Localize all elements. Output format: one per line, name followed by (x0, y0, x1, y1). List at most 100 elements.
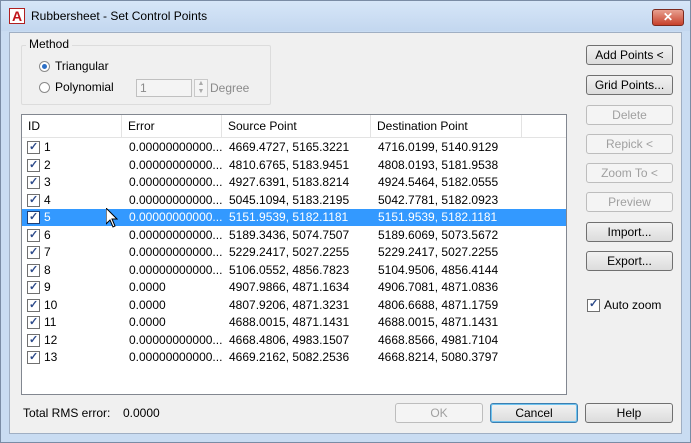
cell-destination-point: 4808.0193, 5181.9538 (378, 157, 499, 172)
table-row[interactable]: 7 0.00000000000... 5229.2417, 5027.2255 522… (22, 244, 566, 261)
dialog-window: A Rubbersheet - Set Control Points ✕ Met… (0, 0, 691, 443)
table-row[interactable]: 12 0.00000000000... 4668.4806, 4983.1507 46… (22, 332, 566, 349)
cell-source-point: 4927.6391, 5183.8214 (229, 175, 350, 189)
cell-destination-point: 5104.9506, 4856.4144 (378, 262, 499, 277)
cell-source-point: 4810.6765, 5183.9451 (229, 157, 350, 172)
cell-destination-point: 4668.8214, 5080.3797 (378, 350, 499, 364)
export-button[interactable]: Export... (586, 251, 673, 271)
cell-error: 0.00000000000... (129, 140, 223, 154)
table-row[interactable]: 1 0.00000000000... 4669.4727, 5165.3221 471… (22, 139, 566, 156)
polynomial-radio[interactable] (39, 81, 50, 93)
grid-points-button[interactable]: Grid Points... (586, 75, 673, 95)
ok-button[interactable]: OK (395, 403, 483, 423)
cell-destination-point: 4906.7081, 4871.0836 (378, 280, 499, 294)
dialog-client-area: Method Triangular Polynomial 1 ▲ ▼ Degre… (9, 32, 682, 434)
control-points-table[interactable]: ID Error Source Point Destination Point … (21, 114, 567, 395)
cell-error: 0.0000 (129, 315, 166, 329)
mouse-pointer-icon (106, 208, 118, 228)
cell-error: 0.0000 (129, 297, 166, 312)
cancel-button[interactable]: Cancel (490, 403, 578, 423)
table-row[interactable]: 8 0.00000000000... 5106.0552, 4856.7823 510… (22, 262, 566, 279)
autocad-logo-icon: A (9, 8, 25, 24)
cell-error: 0.00000000000... (129, 332, 223, 347)
row-checkbox[interactable] (27, 332, 40, 349)
triangular-radio[interactable] (39, 60, 50, 72)
row-checkbox[interactable] (27, 157, 40, 174)
import-button[interactable]: Import... (586, 222, 673, 242)
cell-id: 4 (44, 192, 51, 207)
table-row[interactable]: 2 0.00000000000... 4810.6765, 5183.9451 480… (22, 157, 566, 174)
spin-up-icon[interactable]: ▲ (195, 80, 207, 88)
cell-id: 8 (44, 262, 51, 277)
cell-destination-point: 5151.9539, 5182.1181 (378, 210, 498, 224)
cell-id: 1 (44, 140, 51, 154)
degree-input[interactable]: 1 (136, 79, 192, 97)
cell-destination-point: 4924.5464, 5182.0555 (378, 175, 499, 189)
table-row[interactable]: 9 0.0000 4907.9866, 4871.1634 4906.7081, 48… (22, 279, 566, 296)
cell-destination-point: 4688.0015, 4871.1431 (378, 315, 499, 329)
column-header-destination[interactable]: Destination Point (371, 115, 522, 137)
column-header-error[interactable]: Error (122, 115, 222, 137)
cell-id: 3 (44, 175, 51, 189)
table-row[interactable]: 6 0.00000000000... 5189.3436, 5074.7507 518… (22, 227, 566, 244)
row-checkbox[interactable] (27, 297, 40, 314)
table-row[interactable]: 4 0.00000000000... 5045.1094, 5183.2195 504… (22, 192, 566, 209)
cell-source-point: 4669.2162, 5082.2536 (229, 350, 350, 364)
cell-destination-point: 5189.6069, 5073.5672 (378, 227, 499, 242)
cell-error: 0.00000000000... (129, 175, 223, 189)
method-legend: Method (26, 37, 73, 51)
cell-id: 5 (44, 210, 51, 224)
degree-spinner[interactable]: ▲ ▼ (194, 79, 208, 97)
cell-source-point: 4907.9866, 4871.1634 (229, 280, 350, 294)
auto-zoom-checkbox[interactable] (587, 297, 600, 312)
row-checkbox[interactable] (27, 279, 40, 296)
close-button[interactable]: ✕ (652, 9, 684, 26)
column-header-source[interactable]: Source Point (222, 115, 371, 137)
spin-down-icon[interactable]: ▼ (195, 88, 207, 96)
cell-id: 6 (44, 227, 51, 242)
row-checkbox[interactable] (27, 192, 40, 209)
row-checkbox[interactable] (27, 227, 40, 244)
cell-destination-point: 5229.2417, 5027.2255 (378, 245, 499, 259)
cell-source-point: 5189.3436, 5074.7507 (229, 227, 350, 242)
row-checkbox[interactable] (27, 139, 40, 156)
repick-button[interactable]: Repick < (586, 134, 673, 154)
cell-source-point: 5106.0552, 4856.7823 (229, 262, 350, 277)
degree-label: Degree (210, 81, 250, 95)
table-row[interactable]: 13 0.00000000000... 4669.2162, 5082.2536 46… (22, 349, 566, 366)
cell-source-point: 4668.4806, 4983.1507 (229, 332, 350, 347)
cell-error: 0.00000000000... (129, 245, 223, 259)
table-row[interactable]: 5 0.00000000000... 5151.9539, 5182.1181 515… (22, 209, 566, 226)
table-row[interactable]: 10 0.0000 4807.9206, 4871.3231 4806.6688, 4… (22, 297, 566, 314)
cell-id: 13 (44, 350, 58, 364)
cell-id: 10 (44, 297, 58, 312)
title-bar[interactable]: A Rubbersheet - Set Control Points ✕ (1, 1, 690, 31)
row-checkbox[interactable] (27, 209, 40, 226)
row-checkbox[interactable] (27, 174, 40, 191)
help-button[interactable]: Help (585, 403, 673, 423)
cell-destination-point: 4716.0199, 5140.9129 (378, 140, 499, 154)
row-checkbox[interactable] (27, 314, 40, 331)
triangular-label: Triangular (55, 59, 109, 73)
preview-button[interactable]: Preview (586, 192, 673, 212)
row-checkbox[interactable] (27, 349, 40, 366)
auto-zoom-checkbox-row[interactable]: Auto zoom (587, 297, 662, 312)
cell-source-point: 4669.4727, 5165.3221 (229, 140, 350, 154)
cell-destination-point: 4806.6688, 4871.1759 (378, 297, 499, 312)
cell-id: 11 (44, 315, 57, 329)
delete-button[interactable]: Delete (586, 105, 673, 125)
add-points-button[interactable]: Add Points < (586, 45, 673, 65)
column-header-id[interactable]: ID (22, 115, 122, 137)
cell-source-point: 4807.9206, 4871.3231 (229, 297, 350, 312)
cell-id: 2 (44, 157, 51, 172)
zoom-to-button[interactable]: Zoom To < (586, 163, 673, 183)
row-checkbox[interactable] (27, 244, 40, 261)
triangular-radio-row[interactable]: Triangular (39, 59, 109, 73)
auto-zoom-label: Auto zoom (604, 298, 662, 312)
cell-error: 0.00000000000... (129, 157, 223, 172)
table-row[interactable]: 3 0.00000000000... 4927.6391, 5183.8214 492… (22, 174, 566, 191)
row-checkbox[interactable] (27, 262, 40, 279)
table-row[interactable]: 11 0.0000 4688.0015, 4871.1431 4688.0015, 4… (22, 314, 566, 331)
window-title: Rubbersheet - Set Control Points (31, 9, 208, 23)
polynomial-radio-row[interactable]: Polynomial (39, 80, 114, 94)
